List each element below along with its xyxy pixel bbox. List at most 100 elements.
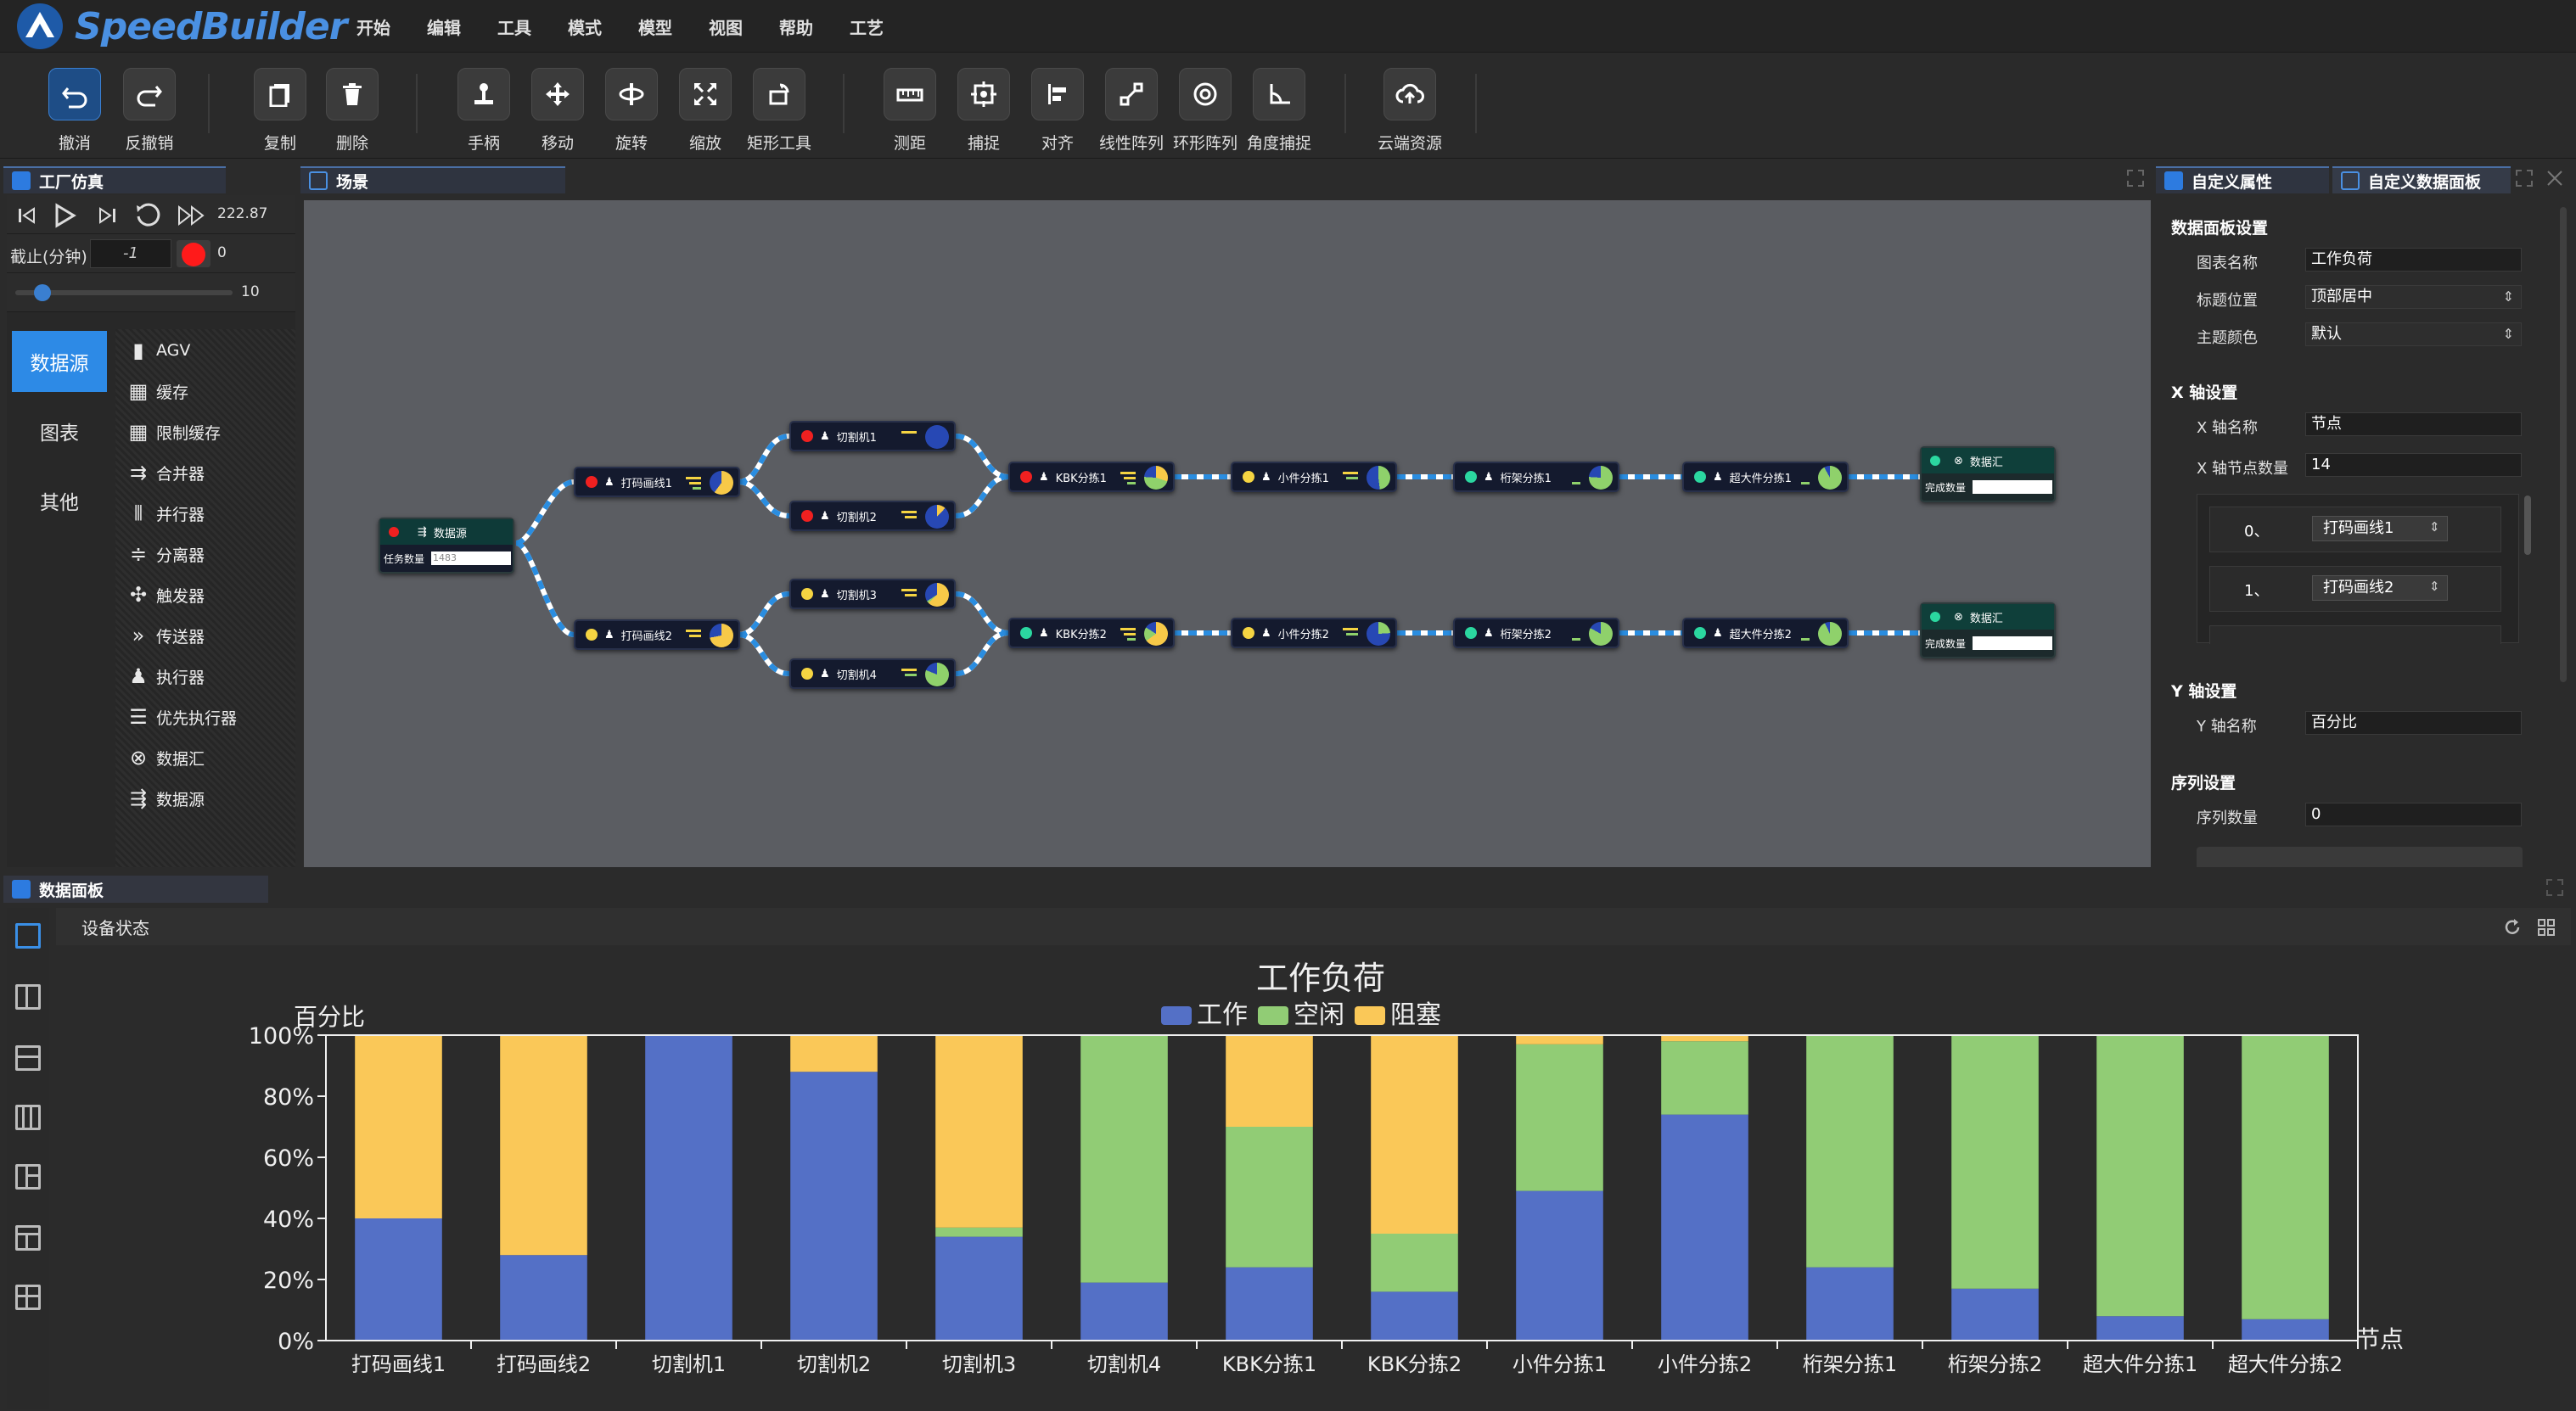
legend-label[interactable]: 空闲 [1294,1000,1344,1030]
x-tick-label: 打码画线1 [351,1352,446,1376]
menu-process[interactable]: 工艺 [850,14,884,39]
main-menu: 开始 编辑 工具 模式 模型 视图 帮助 工艺 [356,0,920,53]
layout-two-rows-icon[interactable] [15,1045,41,1071]
title-position-select[interactable]: 顶部居中 [2305,285,2522,309]
layout-three-columns-icon[interactable] [15,1105,41,1130]
library-item-executor[interactable]: ♟ 执行器 [126,662,205,691]
speed-slider-handle[interactable] [34,284,51,301]
node-kbk-2[interactable]: ♟ KBK分拣2 [1008,618,1175,648]
x-axis-count-input[interactable]: 14 [2305,453,2522,477]
handle-icon [474,83,493,104]
library-item-data-sink[interactable]: ⊗ 数据汇 [126,743,205,772]
delete-button[interactable]: 删除 [306,68,399,154]
node-print-line-1[interactable]: ♟ 打码画线1 [574,467,740,497]
node-cutter-2[interactable]: ♟ 切割机2 [789,501,956,531]
menu-model[interactable]: 模型 [638,14,672,39]
list-scrollbar[interactable] [2524,496,2531,555]
library-item-merger[interactable]: ⇉ 合并器 [126,458,205,487]
tab-custom-data-panel[interactable]: 自定义数据面板 [2332,166,2511,193]
node-small-1[interactable]: ♟ 小件分拣1 [1231,462,1397,492]
panel-scrollbar[interactable] [2560,207,2567,682]
menu-tools[interactable]: 工具 [497,14,531,39]
x-axis-node-list[interactable]: 0、 打码画线1 ⇕ 1、 打码画线2 ⇕ [2197,494,2519,644]
maximize-icon[interactable] [2514,168,2534,188]
cloud-button[interactable]: 云端资源 [1363,68,1456,154]
tab-factory-simulation[interactable]: 工厂仿真 [3,166,226,193]
maximize-icon[interactable] [2125,168,2146,188]
menu-view[interactable]: 视图 [709,14,743,39]
node-oversize-1[interactable]: ♟ 超大件分拣1 [1682,462,1849,492]
node-kbk-1[interactable]: ♟ KBK分拣1 [1008,462,1175,492]
theme-select[interactable]: 默认 [2305,322,2522,346]
node-small-2[interactable]: ♟ 小件分拣2 [1231,618,1397,648]
operator-icon: ♟ [1713,626,1723,640]
library-item-splitter[interactable]: ≑ 分离器 [126,540,205,568]
redo-button[interactable]: 反撤销 [103,68,196,154]
y-axis-name-input[interactable]: 百分比 [2305,711,2522,735]
x-axis-node-select[interactable]: 打码画线1 [2312,516,2448,541]
x-axis-name-input[interactable]: 节点 [2305,412,2522,436]
node-cutter-4[interactable]: ♟ 切割机4 [789,658,956,689]
category-other[interactable]: 其他 [12,470,107,531]
library-item-limited-buffer[interactable]: ▦ 限制缓存 [126,417,221,446]
layout-two-columns-icon[interactable] [15,984,41,1010]
stop-time-input[interactable]: -1 [90,239,171,268]
library-item-data-source[interactable]: ⇶ 数据源 [126,784,205,813]
category-datasource[interactable]: 数据源 [12,331,107,392]
skip-back-icon[interactable] [15,205,39,226]
node-oversize-2[interactable]: ♟ 超大件分拣2 [1682,618,1849,648]
undo-icon [62,87,87,109]
node-print-line-2[interactable]: ♟ 打码画线2 [574,619,740,650]
queue-icon [686,630,701,637]
grid-view-icon[interactable] [2537,918,2556,937]
node-cutter-1[interactable]: ♟ 切割机1 [789,421,956,451]
chart-area: 设备状态 工作负荷 百分比 节点 工作 空闲 阻塞 0% 20% 40% 60% 80% 10… [56,908,2571,1409]
refresh-icon[interactable] [2503,918,2522,937]
menu-mode[interactable]: 模式 [568,14,602,39]
node-cutter-3[interactable]: ♟ 切割机3 [789,579,956,609]
layout-single-icon[interactable] [15,923,41,949]
operator-icon: ♟ [1713,470,1723,484]
chart-name-input[interactable]: 工作负荷 [2305,248,2522,272]
rect-tool-button[interactable]: 矩形工具 [732,68,826,154]
library-item-conveyor[interactable]: » 传送器 [126,621,205,650]
close-icon[interactable] [2545,168,2565,188]
data-sink-node-1[interactable]: ⊗ 数据汇 完成数量 [1920,446,2056,502]
data-source-name: 数据源 [433,527,467,540]
reset-icon[interactable] [134,203,161,228]
section-title: Y 轴设置 [2171,682,2237,701]
series-count-input[interactable]: 0 [2305,803,2522,826]
library-item-paralleler[interactable]: ⫴ 并行器 [126,499,205,528]
angle-snap-button[interactable]: 角度捕捉 [1232,68,1326,154]
library-item-trigger[interactable]: ✣ 触发器 [126,580,205,609]
menu-help[interactable]: 帮助 [779,14,813,39]
status-pie [925,505,949,529]
library-item-label: 优先执行器 [156,708,238,728]
layout-split-left-icon[interactable] [15,1164,41,1190]
legend-label[interactable]: 工作 [1197,1000,1248,1030]
fast-forward-icon[interactable] [177,204,207,227]
menu-start[interactable]: 开始 [356,14,390,39]
tab-custom-properties[interactable]: 自定义属性 [2156,166,2329,193]
x-axis-node-select[interactable]: 打码画线2 [2312,575,2448,601]
step-forward-icon[interactable] [95,205,119,226]
tab-scene[interactable]: 场景 [300,166,565,193]
scene-canvas[interactable]: ⇶ 数据源 任务数量 1483 ♟ 打码画线1 ♟ 切割机1 ♟ 切割机2 ♟ KBK分拣1… [304,200,2151,867]
library-item-priority-executor[interactable]: ☰ 优先执行器 [126,703,237,731]
category-chart[interactable]: 图表 [12,400,107,462]
node-truss-2[interactable]: ♟ 桁架分拣2 [1453,618,1619,648]
node-truss-1[interactable]: ♟ 桁架分拣1 [1453,462,1619,492]
library-item-buffer[interactable]: ▦ 缓存 [126,377,188,406]
layout-grid-icon[interactable] [15,1285,41,1310]
status-dot [1020,627,1032,639]
series-list[interactable] [2197,847,2523,867]
play-icon[interactable] [53,203,76,228]
data-sink-node-2[interactable]: ⊗ 数据汇 完成数量 [1920,602,2056,658]
bar-segment [1806,1267,1894,1341]
legend-label[interactable]: 阻塞 [1390,1000,1441,1030]
menu-edit[interactable]: 编辑 [427,14,461,39]
layout-split-top-icon[interactable] [15,1225,41,1251]
data-source-node[interactable]: ⇶ 数据源 任务数量 1483 [379,518,514,574]
library-item-label: 合并器 [156,464,205,484]
library-item-agv[interactable]: ▮ AGV [126,336,190,365]
